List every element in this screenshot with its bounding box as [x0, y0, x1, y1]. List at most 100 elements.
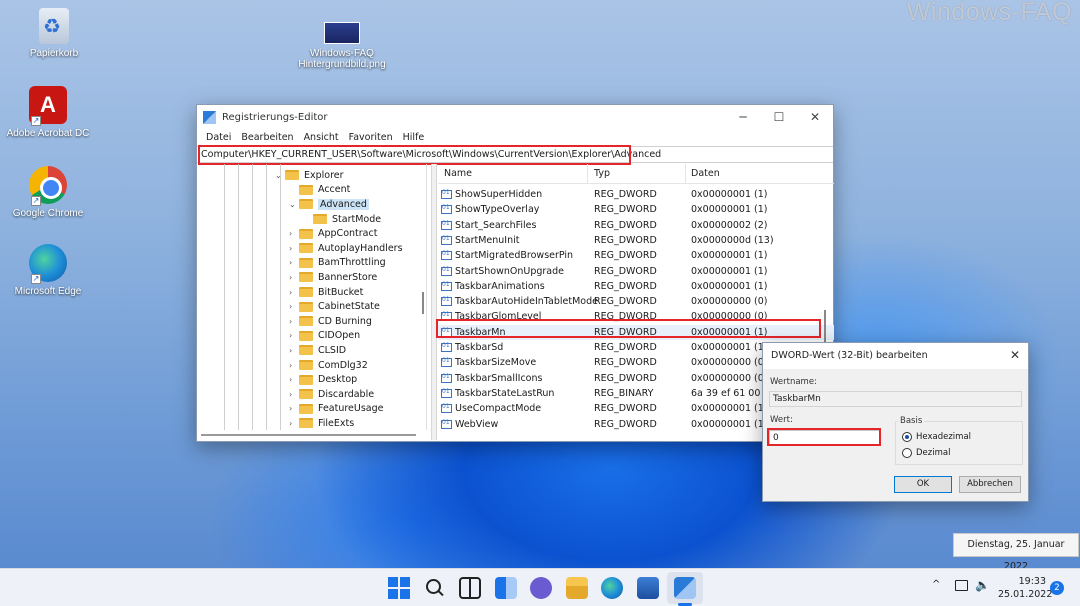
tree-item-label: BannerStore — [318, 271, 378, 283]
value-type: REG_DWORD — [594, 357, 657, 369]
tree-item[interactable]: › FeatureUsage — [289, 402, 384, 417]
value-row[interactable]: StartMigratedBrowserPin REG_DWORD 0x000000… — [438, 248, 834, 263]
desktop-icon-edge[interactable]: ↗ Microsoft Edge — [0, 244, 96, 297]
value-type: REG_DWORD — [594, 219, 657, 231]
menu-datei[interactable]: Datei — [201, 132, 236, 143]
pane-splitter[interactable] — [431, 164, 437, 440]
chevron-right-icon[interactable]: › — [289, 375, 299, 384]
chevron-right-icon[interactable]: › — [289, 229, 299, 238]
tree-horizontal-scrollbar[interactable] — [197, 431, 427, 439]
desktop-icon-chrome[interactable]: ↗ Google Chrome — [0, 166, 96, 219]
desktop-icon-acrobat[interactable]: ↗ Adobe Acrobat DC — [0, 86, 96, 139]
tree-item[interactable]: › AutoplayHandlers — [289, 241, 403, 256]
scrollbar-thumb[interactable] — [201, 434, 416, 436]
radio-hexadecimal[interactable]: Hexadezimal — [902, 432, 971, 442]
tree-item[interactable]: › FileExts — [289, 416, 354, 430]
chevron-right-icon[interactable]: › — [289, 419, 299, 428]
folder-icon — [299, 257, 313, 268]
tree-item[interactable]: › AppContract — [289, 226, 377, 241]
chevron-right-icon[interactable]: › — [289, 390, 299, 399]
value-name-field[interactable]: TaskbarMn — [769, 391, 1022, 407]
tree-item[interactable]: Accent — [289, 183, 350, 198]
value-type: REG_DWORD — [594, 204, 657, 216]
menu-hilfe[interactable]: Hilfe — [398, 132, 430, 143]
chevron-right-icon[interactable]: › — [289, 317, 299, 326]
network-icon[interactable] — [955, 580, 968, 591]
tree-item[interactable]: ⌄ Advanced — [289, 197, 369, 212]
tree-item[interactable]: › Discardable — [289, 387, 374, 402]
chevron-right-icon[interactable]: › — [289, 288, 299, 297]
minimize-button[interactable]: ─ — [725, 105, 761, 129]
chevron-down-icon[interactable]: ⌄ — [275, 171, 285, 180]
chevron-right-icon[interactable]: › — [289, 331, 299, 340]
value-row[interactable]: TaskbarAutoHideInTabletModeREG_DWORD 0x00… — [438, 294, 834, 309]
widgets-icon[interactable] — [495, 577, 517, 599]
tree-vertical-scrollbar[interactable] — [421, 164, 425, 430]
taskbar-clock[interactable]: 19:33 25.01.2022 — [998, 575, 1052, 601]
value-name: WebView — [455, 418, 499, 430]
dialog-title[interactable]: DWORD-Wert (32-Bit) bearbeiten — [763, 343, 1028, 369]
registry-value-icon — [441, 220, 452, 230]
desktop-icon-wallpaper-file[interactable]: Windows-FAQ Hintergrundbild.png — [294, 22, 390, 70]
chevron-right-icon[interactable]: › — [289, 361, 299, 370]
acrobat-icon: ↗ — [29, 86, 67, 126]
notification-badge[interactable]: 2 — [1050, 581, 1064, 595]
radio-decimal[interactable]: Dezimal — [902, 448, 950, 458]
value-row[interactable]: ShowTypeOverlay REG_DWORD 0x00000001 (1) — [438, 202, 834, 217]
column-header-name[interactable]: Name — [444, 168, 472, 179]
start-icon[interactable] — [388, 577, 410, 599]
value-type: REG_DWORD — [594, 234, 657, 246]
chevron-right-icon[interactable]: › — [289, 346, 299, 355]
chevron-right-icon[interactable]: › — [289, 244, 299, 253]
chat-icon[interactable] — [530, 577, 552, 599]
tree-item[interactable]: › BamThrottling — [289, 256, 386, 271]
tree-item[interactable]: › BannerStore — [289, 270, 377, 285]
tree-item[interactable]: › CLSID — [289, 343, 346, 358]
shortcut-arrow-icon: ↗ — [31, 116, 41, 126]
cancel-button[interactable]: Abbrechen — [959, 476, 1021, 493]
column-separator[interactable] — [685, 164, 686, 184]
menu-favoriten[interactable]: Favoriten — [344, 132, 398, 143]
file-explorer-icon[interactable] — [566, 577, 588, 599]
scrollbar-thumb[interactable] — [422, 292, 424, 314]
chevron-right-icon[interactable]: › — [289, 404, 299, 413]
tree-item[interactable]: › Desktop — [289, 372, 357, 387]
menu-bearbeiten[interactable]: Bearbeiten — [236, 132, 298, 143]
chevron-right-icon[interactable]: › — [289, 302, 299, 311]
column-separator[interactable] — [587, 164, 588, 184]
chevron-right-icon[interactable]: › — [289, 273, 299, 282]
volume-icon[interactable]: 🔈 — [975, 578, 990, 606]
menu-ansicht[interactable]: Ansicht — [299, 132, 344, 143]
tray-overflow-chevron-icon[interactable]: ^ — [932, 579, 940, 606]
value-data: 0x00000000 (0) — [691, 372, 768, 384]
tree-item[interactable]: › CabinetState — [289, 299, 380, 314]
task-view-icon[interactable] — [459, 577, 481, 599]
regedit-taskbar-icon[interactable] — [674, 577, 696, 599]
value-name: TaskbarStateLastRun — [455, 387, 555, 399]
tree-item[interactable]: ⌄ Explorer — [275, 168, 344, 183]
chevron-right-icon[interactable]: › — [289, 258, 299, 267]
column-header-type[interactable]: Typ — [594, 168, 610, 179]
column-header-data[interactable]: Daten — [691, 168, 720, 179]
search-icon[interactable] — [423, 577, 445, 599]
value-row[interactable]: TaskbarAnimations REG_DWORD 0x00000001 (1) — [438, 279, 834, 294]
window-titlebar[interactable]: Registrierungs-Editor ─ ☐ ✕ — [197, 105, 833, 129]
tree-item[interactable]: › BitBucket — [289, 285, 363, 300]
value-row[interactable]: StartShownOnUpgrade REG_DWORD 0x00000001 (… — [438, 264, 834, 279]
ok-button[interactable]: OK — [894, 476, 952, 493]
dialog-close-button[interactable]: ✕ — [1010, 348, 1020, 362]
value-row[interactable]: ShowSuperHidden REG_DWORD 0x00000001 (1) — [438, 187, 834, 202]
radio-decimal-label: Dezimal — [916, 448, 951, 458]
close-button[interactable]: ✕ — [797, 105, 833, 129]
tree-item[interactable]: › CD Burning — [289, 314, 372, 329]
chevron-down-icon[interactable]: ⌄ — [289, 200, 299, 209]
tree-item[interactable]: › CIDOpen — [289, 329, 360, 344]
desktop-icon-recycle-bin[interactable]: Papierkorb — [6, 8, 102, 59]
edge-icon[interactable] — [601, 577, 623, 599]
value-row[interactable]: StartMenuInit REG_DWORD 0x0000000d (13) — [438, 233, 834, 248]
store-icon[interactable] — [637, 577, 659, 599]
maximize-button[interactable]: ☐ — [761, 105, 797, 129]
tree-item[interactable]: › ComDlg32 — [289, 358, 368, 373]
tree-item[interactable]: StartMode — [303, 212, 381, 227]
value-row[interactable]: Start_SearchFiles REG_DWORD 0x00000002 (2) — [438, 218, 834, 233]
